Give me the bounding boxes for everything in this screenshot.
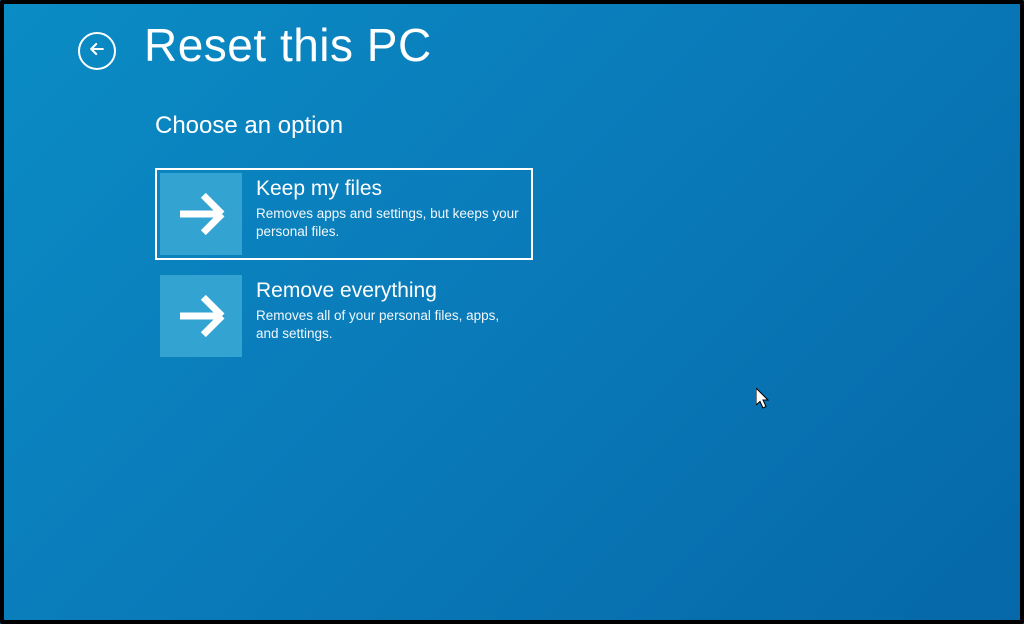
back-arrow-icon bbox=[87, 39, 107, 64]
option-title: Keep my files bbox=[256, 177, 522, 201]
option-text: Remove everything Removes all of your pe… bbox=[256, 275, 528, 343]
page-header: Reset this PC bbox=[0, 0, 1024, 72]
option-title: Remove everything bbox=[256, 279, 522, 303]
options-list: Keep my files Removes apps and settings,… bbox=[155, 168, 1024, 362]
arrow-right-icon bbox=[160, 275, 242, 357]
content-area: Choose an option Keep my files Removes a… bbox=[0, 72, 1024, 362]
back-button[interactable] bbox=[78, 32, 116, 70]
page-title: Reset this PC bbox=[144, 18, 432, 72]
arrow-right-icon bbox=[160, 173, 242, 255]
option-text: Keep my files Removes apps and settings,… bbox=[256, 173, 528, 241]
mouse-cursor-icon bbox=[756, 388, 772, 412]
option-description: Removes all of your personal files, apps… bbox=[256, 307, 522, 343]
option-remove-everything[interactable]: Remove everything Removes all of your pe… bbox=[155, 270, 533, 362]
subtitle: Choose an option bbox=[155, 112, 1024, 140]
option-keep-files[interactable]: Keep my files Removes apps and settings,… bbox=[155, 168, 533, 260]
option-description: Removes apps and settings, but keeps you… bbox=[256, 205, 522, 241]
